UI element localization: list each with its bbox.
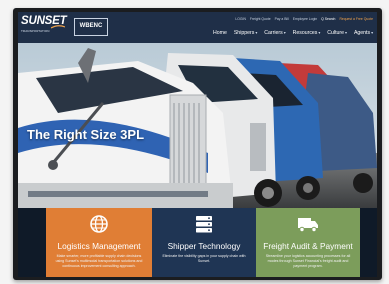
search-link[interactable]: Q Search	[321, 17, 335, 21]
website-screen: SUNSET TRANSPORTATION WBENC LOGIN Freigh…	[18, 12, 377, 277]
card-description: Streamline your logistics accounting pro…	[265, 254, 351, 268]
card-title: Logistics Management	[57, 241, 141, 251]
hero-trucks-image	[18, 43, 377, 208]
nav-item-home[interactable]: Home	[213, 30, 227, 36]
truck-icon	[256, 214, 360, 234]
chevron-down-icon: ▾	[371, 31, 373, 35]
nav-item-label: Home	[213, 30, 227, 36]
chevron-down-icon: ▾	[255, 31, 258, 35]
server-icon	[152, 214, 256, 234]
chevron-down-icon: ▾	[318, 31, 321, 35]
logo-swoosh-icon	[51, 25, 65, 29]
card-title: Freight Audit & Payment	[263, 241, 353, 251]
utility-link-freight-quote[interactable]: Freight Quote	[250, 17, 271, 21]
utility-bar: LOGIN Freight Quote Pay a Bill Employee …	[235, 15, 373, 23]
nav-item-label: Culture	[327, 30, 345, 36]
card-description: Make smarter, more profitable supply cha…	[55, 254, 143, 268]
nav-item-label: Resources	[292, 30, 318, 36]
logo-tagline: TRANSPORTATION	[21, 29, 50, 33]
nav-item-carriers[interactable]: Carriers▾	[264, 30, 285, 36]
nav-item-culture[interactable]: Culture▾	[327, 30, 347, 36]
card-freight-audit-payment[interactable]: Freight Audit & Payment Streamline your …	[256, 208, 360, 277]
site-header: SUNSET TRANSPORTATION WBENC LOGIN Freigh…	[18, 12, 377, 43]
utility-link-pay-bill[interactable]: Pay a Bill	[275, 17, 289, 21]
chevron-down-icon: ▾	[345, 31, 347, 35]
utility-link-employee-login[interactable]: Employee Login	[293, 17, 317, 21]
nav-item-agents[interactable]: Agents▾	[354, 30, 373, 36]
globe-icon	[46, 214, 152, 234]
card-shipper-technology[interactable]: Shipper Technology Eliminate the visibil…	[152, 208, 256, 277]
utility-link-login[interactable]: LOGIN	[235, 17, 246, 21]
card-description: Eliminate the visibility gaps in your su…	[162, 254, 246, 263]
hero-headline: The Right Size 3PL	[27, 127, 145, 142]
card-logistics-management[interactable]: Logistics Management Make smarter, more …	[46, 208, 152, 277]
wbenc-badge: WBENC	[74, 18, 108, 36]
nav-item-label: Agents	[353, 30, 371, 36]
free-quote-link[interactable]: Request a Free Quote	[339, 17, 373, 21]
nav-item-label: Shippers	[233, 30, 255, 36]
nav-item-resources[interactable]: Resources▾	[293, 30, 321, 36]
hero-banner: The Right Size 3PL	[18, 43, 377, 208]
device-frame: SUNSET TRANSPORTATION WBENC LOGIN Freigh…	[13, 8, 382, 280]
chevron-down-icon: ▾	[283, 31, 286, 35]
service-cards: Logistics Management Make smarter, more …	[18, 208, 377, 277]
nav-item-shippers[interactable]: Shippers▾	[234, 30, 257, 36]
main-nav: Home Shippers▾ Carriers▾ Resources▾ Cult…	[213, 28, 373, 38]
sunset-logo[interactable]: SUNSET TRANSPORTATION	[21, 15, 68, 37]
nav-item-label: Carriers	[264, 30, 283, 36]
card-title: Shipper Technology	[167, 241, 241, 251]
